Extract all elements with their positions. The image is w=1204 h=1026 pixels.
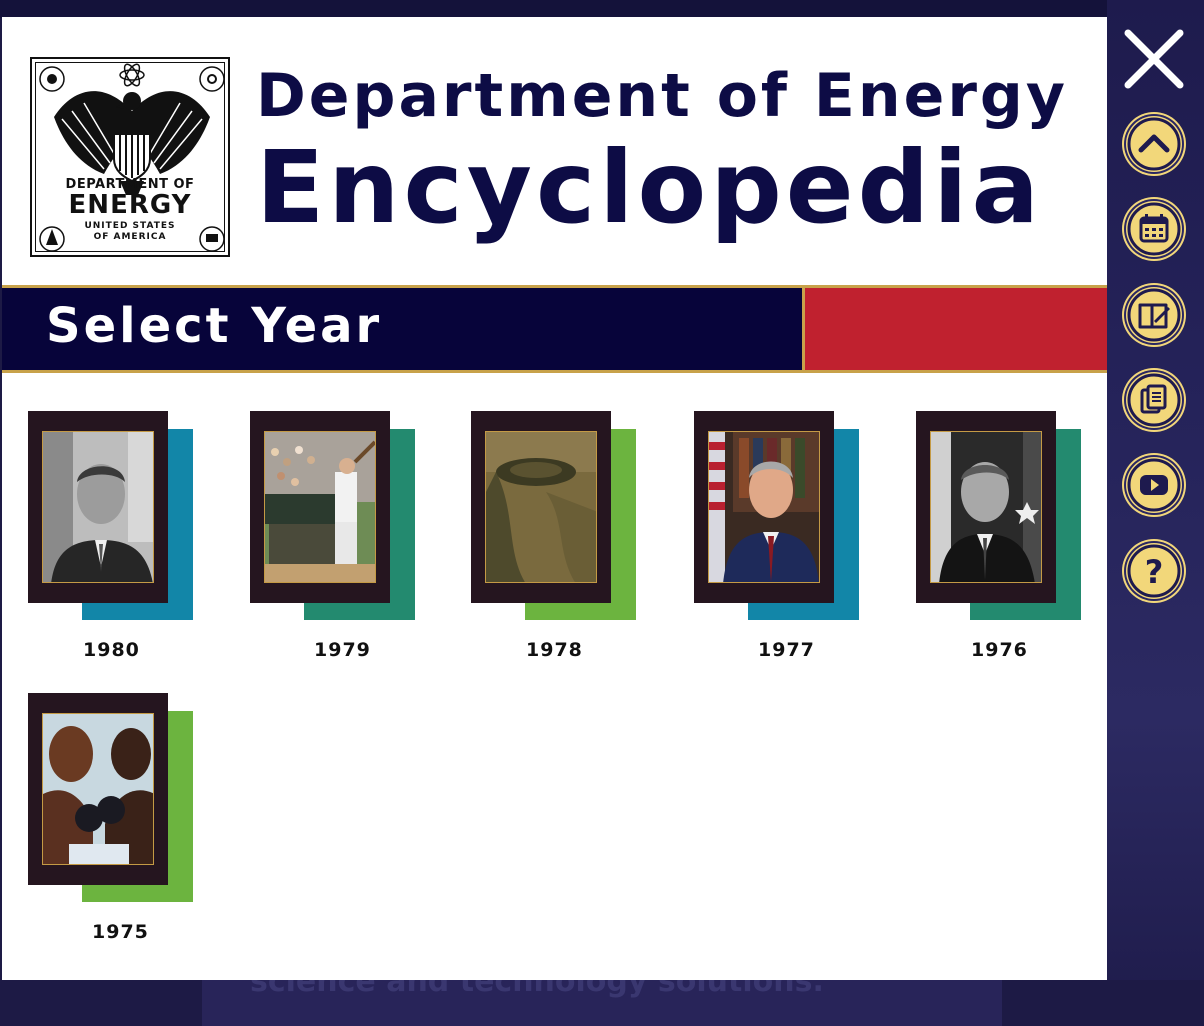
close-button[interactable] — [1122, 27, 1186, 91]
video-icon — [1127, 458, 1181, 512]
scroll-up-button[interactable] — [1126, 116, 1182, 172]
section-banner: Select Year — [2, 285, 1107, 373]
year-label: 1976 — [971, 639, 1028, 661]
year-card-1979[interactable]: 1979 — [250, 411, 420, 671]
year-photo — [708, 431, 820, 583]
encyclopedia-modal: DEPARTMENT OF ENERGY UNITED STATES OF AM… — [2, 17, 1107, 980]
card-frame — [250, 411, 390, 603]
card-frame — [916, 411, 1056, 603]
card-frame — [28, 693, 168, 885]
close-icon — [1124, 29, 1184, 89]
year-card-1977[interactable]: 1977 — [694, 411, 864, 671]
year-photo — [42, 713, 154, 865]
year-label: 1978 — [526, 639, 583, 661]
help-button[interactable]: ? — [1126, 543, 1182, 599]
seal-text-of-america: OF AMERICA — [93, 232, 167, 242]
card-frame — [694, 411, 834, 603]
background-panel: science and technology solutions. — [202, 980, 1002, 1026]
year-photo — [485, 431, 597, 583]
book-edit-icon — [1127, 288, 1181, 342]
year-card-1976[interactable]: 1976 — [916, 411, 1086, 671]
year-label: 1979 — [314, 639, 371, 661]
page-title-line2: Encyclopedia — [256, 129, 1043, 246]
chevron-up-icon — [1127, 117, 1181, 171]
year-label: 1977 — [758, 639, 815, 661]
documents-button[interactable] — [1126, 372, 1182, 428]
year-photo — [930, 431, 1042, 583]
seal-text-united-states: UNITED STATES — [84, 221, 176, 231]
seal-text-energy: ENERGY — [68, 190, 192, 220]
calendar-button[interactable] — [1126, 201, 1182, 257]
page-title-line1: Department of Energy — [256, 61, 1068, 131]
doe-seal-logo: DEPARTMENT OF ENERGY UNITED STATES OF AM… — [30, 57, 230, 257]
journal-button[interactable] — [1126, 287, 1182, 343]
year-photo — [264, 431, 376, 583]
background-top — [0, 0, 1204, 18]
background-text: science and technology solutions. — [250, 980, 824, 999]
year-photo — [42, 431, 154, 583]
banner-accent — [802, 288, 1107, 370]
section-title: Select Year — [46, 298, 383, 354]
card-frame — [471, 411, 611, 603]
calendar-icon — [1127, 202, 1181, 256]
year-card-1980[interactable]: 1980 — [28, 411, 198, 671]
year-card-1978[interactable]: 1978 — [471, 411, 641, 671]
year-label: 1980 — [83, 639, 140, 661]
card-frame — [28, 411, 168, 603]
year-label: 1975 — [92, 921, 149, 943]
year-card-1975[interactable]: 1975 — [28, 693, 198, 953]
documents-icon — [1127, 373, 1181, 427]
svg-text:?: ? — [1145, 553, 1164, 591]
video-button[interactable] — [1126, 457, 1182, 513]
help-icon: ? — [1127, 544, 1181, 598]
